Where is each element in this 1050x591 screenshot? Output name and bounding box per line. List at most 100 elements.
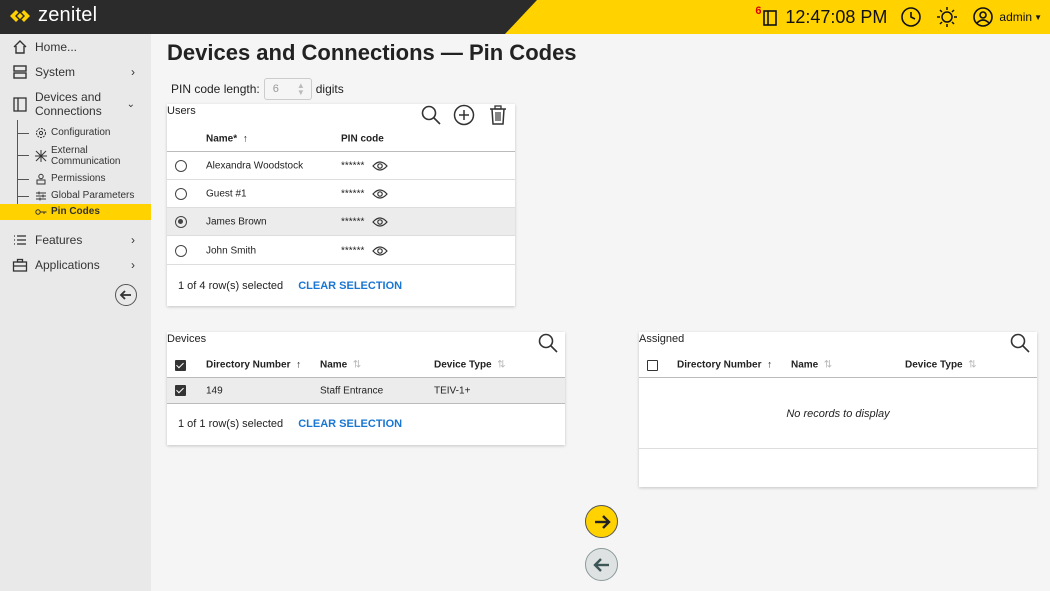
person-icon [36, 173, 46, 185]
column-header-directory[interactable]: Directory Number ↑ [677, 359, 772, 370]
user-name: admin [999, 10, 1033, 24]
device-type: TEIV-1+ [434, 385, 471, 396]
eye-icon[interactable] [372, 216, 388, 228]
device-name: Staff Entrance [320, 385, 384, 396]
pin-length-input[interactable]: 6 ▲ ▼ [263, 78, 312, 100]
row-radio[interactable] [175, 160, 187, 172]
column-header-label: Name [320, 359, 348, 370]
sidebar-item-label: External Communication [51, 145, 121, 167]
chevron-down-icon: ▼ [1034, 12, 1042, 22]
page-title: Devices and Connections — Pin Codes [167, 40, 577, 65]
arrow-right-icon [594, 514, 611, 529]
sidebar-item-pin-codes[interactable]: Pin Codes [0, 204, 151, 220]
users-title: Users [167, 105, 196, 117]
brand-name: zenitel [38, 4, 98, 26]
selection-count: 1 of 1 row(s) selected [178, 418, 284, 430]
arrow-left-icon [119, 290, 131, 300]
notifications-button[interactable]: 6 [753, 0, 781, 34]
table-row[interactable]: Alexandra Woodstock ****** [167, 152, 515, 180]
devices-title: Devices [167, 333, 207, 345]
user-name: Guest #1 [206, 188, 247, 199]
assign-button[interactable] [585, 505, 618, 538]
unassign-button[interactable] [585, 548, 618, 581]
sidebar-item-configuration[interactable]: Configuration [0, 125, 151, 141]
network-icon [35, 150, 47, 162]
column-header-pin[interactable]: PIN code [341, 133, 384, 144]
column-header-label: Name* [206, 133, 238, 144]
pin-masked: ****** [341, 245, 365, 256]
search-icon[interactable] [537, 332, 559, 354]
column-header-name[interactable]: Name* ↑ [206, 133, 248, 144]
row-checkbox[interactable] [175, 385, 186, 396]
home-icon [13, 40, 27, 54]
eye-icon[interactable] [372, 160, 388, 172]
account-icon[interactable] [971, 5, 995, 29]
sidebar-item-home[interactable]: Home... [0, 38, 151, 56]
column-header-label: Device Type [434, 359, 492, 370]
collapse-sidebar-button[interactable] [115, 284, 137, 306]
column-header-device-type[interactable]: Device Type ⇅ [434, 359, 506, 370]
sidebar-item-system[interactable]: System › [0, 63, 151, 81]
user-name: James Brown [206, 216, 267, 227]
eye-icon[interactable] [372, 188, 388, 200]
table-row[interactable]: James Brown ****** [167, 208, 515, 236]
clock-icon[interactable] [899, 5, 923, 29]
user-menu[interactable]: admin ▼ [999, 10, 1042, 24]
pin-masked: ****** [341, 216, 365, 227]
key-icon [35, 209, 47, 215]
search-icon[interactable] [1009, 332, 1031, 354]
server-icon [13, 65, 27, 79]
pin-length-unit: digits [315, 82, 344, 96]
clock-time: 12:47:08 PM [785, 6, 888, 27]
table-row[interactable]: 149 Staff Entrance TEIV-1+ [167, 378, 565, 404]
users-table-header: Name* ↑ PIN code [167, 126, 515, 152]
column-header-label: Directory Number [206, 359, 291, 370]
clear-selection-button[interactable]: CLEAR SELECTION [298, 418, 402, 430]
select-all-checkbox[interactable] [647, 360, 658, 371]
pin-length-setting: PIN code length: 6 ▲ ▼ digits [171, 78, 344, 100]
theme-toggle-icon[interactable] [935, 5, 959, 29]
sidebar-item-devices[interactable]: Devices and Connections ⌄ [0, 90, 151, 118]
search-icon[interactable] [420, 104, 442, 126]
sidebar-item-applications[interactable]: Applications › [0, 256, 151, 274]
column-header-name[interactable]: Name ⇅ [320, 359, 361, 370]
select-all-checkbox[interactable] [175, 360, 186, 371]
table-row[interactable]: John Smith ****** [167, 237, 515, 265]
trash-icon[interactable] [487, 104, 509, 126]
pin-length-value: 6 [272, 83, 279, 95]
devices-footer: 1 of 1 row(s) selected CLEAR SELECTION [178, 418, 565, 430]
sidebar-item-permissions[interactable]: Permissions [0, 171, 151, 187]
selection-count: 1 of 4 row(s) selected [178, 280, 284, 292]
list-icon [14, 235, 26, 245]
sort-icon: ⇅ [494, 359, 506, 370]
sort-ascending-icon: ↑ [764, 359, 773, 370]
top-bar: zenitel 6 12:47:08 PM admin ▼ [0, 0, 1050, 34]
row-radio[interactable] [175, 188, 187, 200]
chevron-right-icon: › [131, 65, 135, 79]
sidebar-item-label: Applications [35, 258, 100, 272]
sidebar-item-label: System [35, 65, 76, 79]
empty-state: No records to display [639, 379, 1037, 449]
sort-icon: ⇅ [350, 359, 362, 370]
table-row[interactable]: Guest #1 ****** [167, 180, 515, 208]
eye-icon[interactable] [372, 245, 388, 257]
assigned-title: Assigned [639, 333, 685, 345]
sort-icon: ⇅ [821, 359, 833, 370]
device-icon [13, 97, 27, 112]
column-header-name[interactable]: Name ⇅ [791, 359, 832, 370]
sidebar-item-external[interactable]: External Communication [0, 144, 151, 168]
sidebar-item-label: Home... [35, 40, 78, 54]
add-icon[interactable] [453, 104, 475, 126]
sidebar-item-global-parameters[interactable]: Global Parameters [0, 188, 151, 204]
sidebar-item-features[interactable]: Features › [0, 231, 151, 249]
sidebar-item-label: Configuration [51, 127, 111, 138]
assigned-panel: Assigned Directory Number ↑ Name ⇅ Devic… [639, 332, 1037, 487]
device-icon [763, 10, 778, 26]
column-header-device-type[interactable]: Device Type ⇅ [905, 359, 977, 370]
row-radio[interactable] [175, 245, 187, 257]
chevron-right-icon: › [131, 233, 135, 247]
row-radio[interactable] [175, 216, 187, 228]
clear-selection-button[interactable]: CLEAR SELECTION [298, 280, 402, 292]
brand-logo[interactable]: zenitel [8, 4, 97, 27]
column-header-directory[interactable]: Directory Number ↑ [206, 359, 301, 370]
